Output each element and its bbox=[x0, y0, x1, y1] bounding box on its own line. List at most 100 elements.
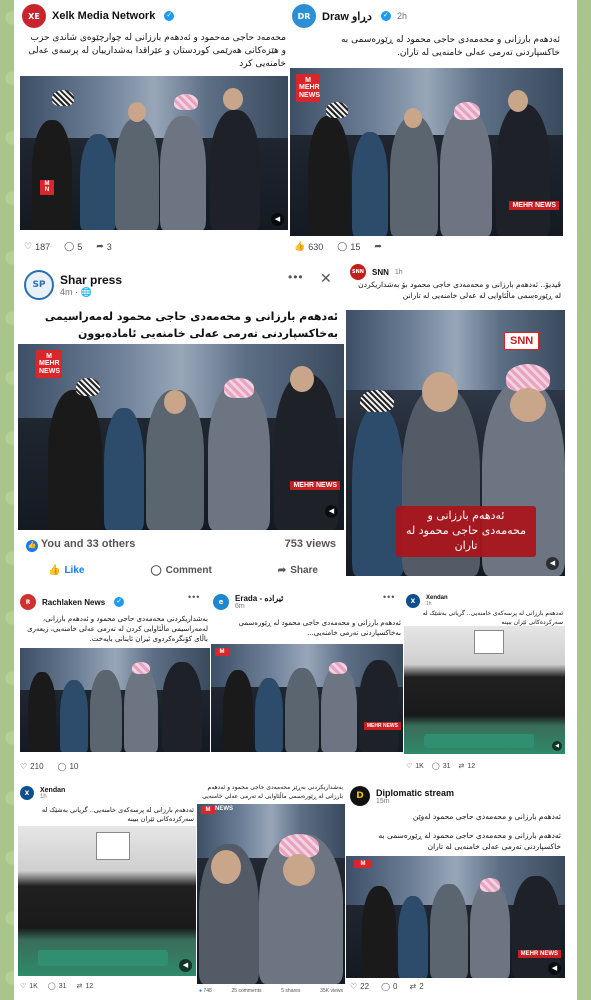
post-card-snn[interactable]: SNN SNN 1h ڤیدیۆ.. ئەدهەم بارزانی و محەم… bbox=[346, 262, 565, 578]
center-likes[interactable]: ● 748 bbox=[199, 988, 212, 994]
diplomatic-comments[interactable]: ◯ 0 bbox=[381, 982, 397, 991]
shar-photo[interactable]: M MEHR NEWS MEHR NEWS ◀ bbox=[18, 344, 344, 530]
rachlaken-name[interactable]: Rachlaken News bbox=[42, 598, 105, 607]
xelk-text: محەمەد حاجی مەحمود و ئەدهەم بارزانی لە چ… bbox=[28, 33, 286, 70]
snn-avatar[interactable]: SNN bbox=[350, 264, 366, 280]
rachlaken-photo[interactable] bbox=[20, 648, 210, 752]
post-card-rachlaken[interactable]: R Rachlaken News ✓ ••• بەشداریکردنی محەم… bbox=[18, 590, 210, 780]
draw-avatar[interactable]: DR bbox=[292, 4, 316, 28]
like-reaction-icon: ● bbox=[199, 988, 203, 994]
diplomatic-avatar[interactable]: D bbox=[350, 786, 370, 806]
shar-text: ئەدهەم بارزانی و محەمەدی حاجی محمود لەمە… bbox=[44, 310, 338, 341]
post-card-center[interactable]: بەشداریکردنی بەڕێز محەمەدی حاجی محمود و … bbox=[197, 782, 345, 998]
mehr-news-logo: M bbox=[201, 806, 215, 815]
mehr-news-badge: MEHR NEWS bbox=[509, 201, 559, 210]
snn-lower-third: ئەدهەم بارزانی و محەمەدی حاجی محمود لە ت… bbox=[396, 506, 536, 557]
post-card-draw[interactable]: DR Draw دڕاو ✓ 2h ئەدهەم بارزانی و محەمە… bbox=[290, 2, 565, 260]
post-card-xendan-2[interactable]: X Xendan 1h ئەدهەم بارزانی لە پرسەکەی خا… bbox=[18, 782, 196, 998]
volume-icon[interactable]: ◀ bbox=[546, 557, 559, 570]
xendan-1-likes[interactable]: ♡ 1K bbox=[406, 762, 424, 770]
volume-icon[interactable]: ◀ bbox=[271, 213, 284, 226]
shar-name[interactable]: Shar press bbox=[60, 273, 122, 287]
share-button[interactable]: ➦ Share bbox=[278, 565, 318, 576]
center-comments[interactable]: 25 comments bbox=[232, 988, 262, 994]
globe-icon: 🌐 bbox=[80, 286, 92, 297]
xendan-2-name[interactable]: Xendan bbox=[40, 787, 65, 794]
xelk-shares[interactable]: ➦ 3 bbox=[96, 242, 112, 252]
heart-icon: ♡ bbox=[406, 762, 413, 770]
like-button[interactable]: 👍 Like bbox=[48, 565, 84, 576]
snn-video[interactable]: SNN ئەدهەم بارزانی و محەمەدی حاجی محمود … bbox=[346, 310, 565, 576]
comment-icon: ◯ bbox=[47, 982, 56, 990]
xendan-2-shares[interactable]: ⇄ 12 bbox=[76, 982, 93, 990]
post-card-erada[interactable]: e Erada - ئیرادە 6m ••• ئەدهەم بارزانی و… bbox=[211, 590, 403, 780]
draw-photo[interactable]: M MEHR NEWS MEHR NEWS bbox=[290, 68, 563, 236]
volume-icon[interactable]: ◀ bbox=[552, 741, 562, 751]
xendan-1-comments[interactable]: ◯ 31 bbox=[432, 762, 451, 770]
draw-name[interactable]: Draw دڕاو bbox=[322, 10, 372, 23]
erada-avatar[interactable]: e bbox=[213, 594, 229, 610]
post-card-xelk[interactable]: XE Xelk Media Network ✓ محەمەد حاجی مەحم… bbox=[18, 2, 290, 260]
xendan-2-time: 1h bbox=[40, 793, 47, 800]
diplomatic-name[interactable]: Diplomatic stream bbox=[376, 788, 454, 798]
draw-comments[interactable]: ◯ 15 bbox=[337, 242, 360, 252]
xelk-avatar[interactable]: XE bbox=[22, 4, 46, 28]
diplomatic-likes[interactable]: ♡ 22 bbox=[350, 982, 369, 991]
xendan-2-text: ئەدهەم بارزانی لە پرسەکەی خامنەیی.. گریا… bbox=[41, 806, 194, 824]
xendan-2-stats: ♡ 1K ◯ 31 ⇄ 12 bbox=[20, 982, 93, 990]
xendan-1-shares[interactable]: ⇄ 12 bbox=[458, 762, 475, 770]
share-icon: ➦ bbox=[277, 565, 287, 576]
center-shares[interactable]: 5 shares bbox=[281, 988, 300, 994]
xendan-avatar[interactable]: X bbox=[20, 786, 34, 800]
center-photo[interactable]: M NEWS bbox=[197, 804, 345, 984]
shar-avatar[interactable]: SP bbox=[24, 270, 54, 300]
center-text: بەشداریکردنی بەڕێز محەمەدی حاجی محمود و … bbox=[202, 784, 343, 800]
draw-share[interactable]: ➦ bbox=[374, 242, 382, 252]
xelk-stats: ♡ 187 ◯ 5 ➦ 3 bbox=[24, 242, 112, 252]
diplomatic-shares[interactable]: ⇄ 2 bbox=[409, 982, 423, 991]
thumbs-up-icon: 👍 bbox=[294, 242, 306, 252]
more-options-icon[interactable]: ••• bbox=[383, 592, 395, 602]
shar-time: 4m bbox=[60, 286, 73, 297]
volume-icon[interactable]: ◀ bbox=[179, 959, 192, 972]
xelk-photo[interactable]: MN ◀ bbox=[20, 76, 288, 230]
center-views: 35K views bbox=[320, 988, 343, 994]
xendan-2-likes[interactable]: ♡ 1K bbox=[20, 982, 38, 990]
snn-name[interactable]: SNN bbox=[372, 268, 389, 277]
heart-icon: ♡ bbox=[24, 242, 33, 252]
erada-photo[interactable]: M MEHR NEWS bbox=[211, 644, 403, 752]
comment-button[interactable]: ◯ Comment bbox=[150, 565, 211, 576]
diplomatic-header-text: ئەدهەم بارزانی و محەمەدی حاجی محمود لەوێ… bbox=[412, 812, 561, 821]
xendan-avatar[interactable]: X bbox=[406, 594, 420, 608]
xelk-name[interactable]: Xelk Media Network bbox=[52, 10, 155, 22]
post-card-shar[interactable]: SP Shar press 4m · 🌐 ••• ✕ ئەدهەم بارزان… bbox=[18, 262, 344, 590]
comment-icon: ◯ bbox=[381, 982, 391, 991]
more-options-icon[interactable]: ••• bbox=[288, 270, 304, 284]
more-options-icon[interactable]: ••• bbox=[188, 592, 200, 602]
stage-backdrop bbox=[96, 832, 130, 860]
volume-icon[interactable]: ◀ bbox=[325, 505, 338, 518]
close-icon[interactable]: ✕ bbox=[320, 270, 333, 287]
rachlaken-likes[interactable]: ♡ 210 bbox=[20, 762, 44, 771]
draw-likes[interactable]: 👍 630 bbox=[294, 242, 323, 252]
xendan-2-photo[interactable]: ◀ bbox=[18, 826, 196, 976]
xendan-1-time: 1h bbox=[426, 601, 432, 607]
post-card-xendan-1[interactable]: X Xendan 1h ئەدهەم بارزانی لە پرسەکەی خا… bbox=[404, 590, 565, 780]
erada-name[interactable]: Erada - ئیرادە bbox=[235, 594, 283, 603]
shar-reactions[interactable]: 👍 You and 33 others bbox=[26, 538, 135, 552]
erada-time: 6m bbox=[235, 603, 245, 610]
heart-icon: ♡ bbox=[20, 982, 27, 990]
volume-icon[interactable]: ◀ bbox=[548, 962, 561, 975]
xelk-likes[interactable]: ♡ 187 bbox=[24, 242, 50, 252]
mehr-news-badge: MEHR NEWS bbox=[290, 481, 340, 490]
rachlaken-avatar[interactable]: R bbox=[20, 594, 36, 610]
xelk-comments[interactable]: ◯ 5 bbox=[64, 242, 82, 252]
diplomatic-photo[interactable]: M MEHR NEWS ◀ bbox=[346, 856, 565, 978]
rachlaken-comments[interactable]: ◯ 10 bbox=[58, 762, 79, 771]
post-card-diplomatic[interactable]: D Diplomatic stream 15m ئەدهەم بارزانی و… bbox=[346, 782, 565, 998]
heart-icon: ♡ bbox=[350, 982, 358, 991]
center-badge: NEWS bbox=[215, 806, 233, 812]
xendan-2-comments[interactable]: ◯ 31 bbox=[48, 982, 67, 990]
rachlaken-text: بەشداریکردنی محەمەدی حاجی محمود و ئەدهەم… bbox=[27, 615, 208, 644]
xendan-1-photo[interactable]: ◀ bbox=[404, 626, 565, 754]
